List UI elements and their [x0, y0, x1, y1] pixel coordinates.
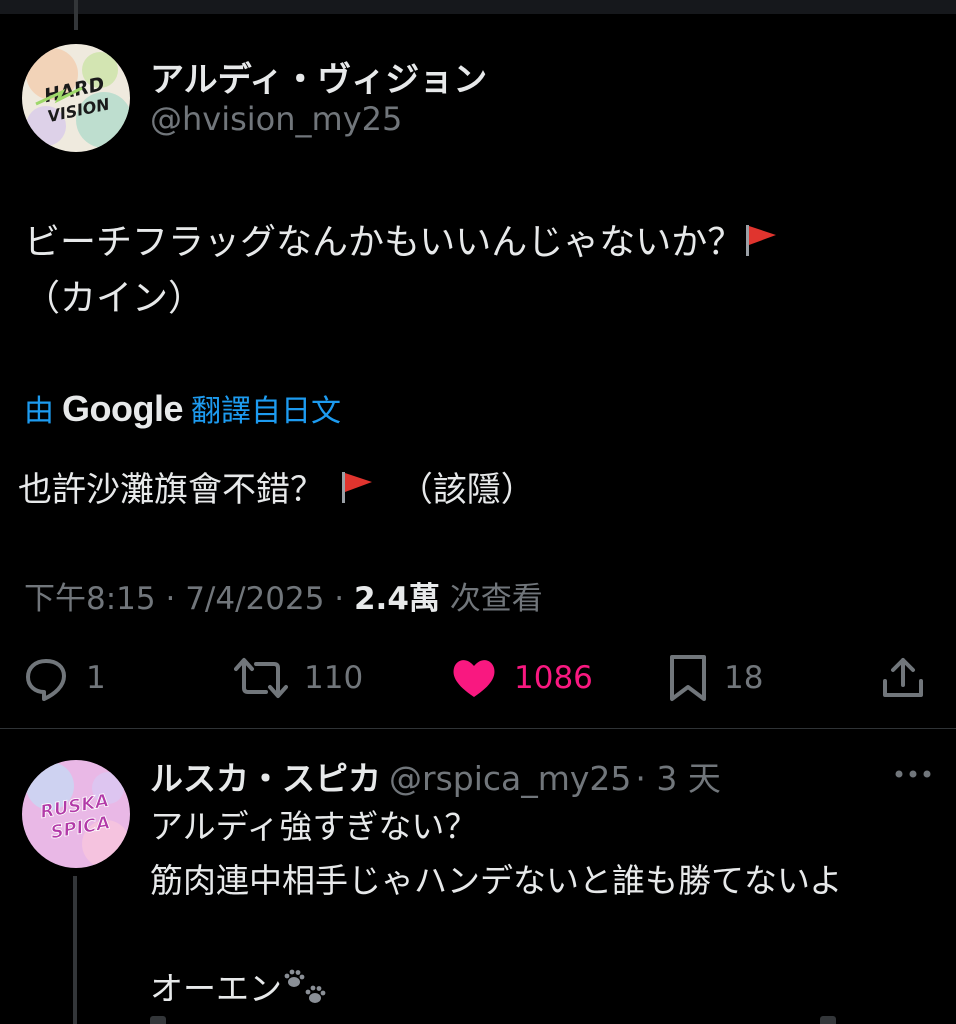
tweet-meta: 下午8:15 · 7/4/2025 · 2.4萬 次查看 [24, 581, 543, 617]
bookmark-button[interactable]: 18 [668, 650, 763, 706]
top-bar [0, 0, 956, 14]
translated-by-prefix: 由 [24, 394, 54, 429]
tweet-date: 7/4/2025 [185, 581, 325, 617]
tweet-text-line2: （カイン） [24, 278, 205, 319]
google-logo: Google [62, 388, 184, 429]
reply-header: ルスカ・スピカ @rspica_my25 · 3 天 [150, 752, 721, 800]
heart-icon [453, 660, 495, 697]
author-handle[interactable]: @hvision_my25 [150, 100, 402, 138]
retweet-count: 110 [304, 660, 364, 696]
translated-by[interactable]: 由 Google 翻譯自日文 [24, 386, 341, 430]
translated-text-main: 也許沙灘旗會不錯？ [18, 470, 324, 510]
tweet-time: 下午8:15 [24, 581, 156, 617]
next-action-hint [820, 1016, 836, 1024]
author-avatar[interactable]: HARD VISION [22, 44, 130, 152]
reply-count: 1 [86, 660, 106, 696]
retweet-icon [234, 658, 288, 698]
like-count: 1086 [514, 660, 593, 696]
tweet-text-line1: ビーチフラッグなんかもいいんじゃないか？ [24, 222, 744, 263]
share-icon [883, 658, 923, 697]
reply-author-handle[interactable]: @rspica_my25 [389, 759, 631, 798]
translated-text: 也許沙灘旗會不錯？ （該隱） [18, 462, 535, 511]
view-label: 次查看 [449, 581, 543, 617]
reply-line-2: 筋肉連中相手じゃハンデないと誰も勝てないよ [150, 861, 843, 900]
bookmark-count: 18 [724, 660, 764, 696]
thread-line [73, 876, 77, 1024]
like-button[interactable]: 1086 [450, 650, 593, 706]
reply-time: · 3 天 [635, 759, 721, 798]
reply-button[interactable]: 1 [22, 650, 106, 706]
retweet-button[interactable]: 110 [234, 650, 363, 706]
reply-line-4-text: オーエン [150, 969, 282, 1008]
more-icon[interactable] [893, 766, 933, 782]
reply-author-name[interactable]: ルスカ・スピカ [150, 759, 381, 798]
tweet-text: ビーチフラッグなんかもいいんじゃないか？ （カイン） [24, 215, 924, 327]
reply-line-3 [150, 908, 940, 962]
divider [0, 728, 956, 729]
share-button[interactable] [880, 650, 926, 706]
author-name[interactable]: アルディ・ヴィジョン [150, 52, 487, 101]
paw-prints-icon [282, 968, 328, 1008]
translated-by-suffix: 翻譯自日文 [191, 394, 341, 429]
view-count: 2.4萬 [353, 581, 440, 617]
next-action-hint [150, 1016, 166, 1024]
reply-line-1: アルディ強すぎない？ [150, 807, 478, 846]
red-flag-icon [339, 469, 375, 505]
reply-icon [26, 659, 66, 701]
thread-line [74, 0, 78, 30]
reply-line-4: オーエン [150, 962, 940, 1016]
reply-text: アルディ強すぎない？ 筋肉連中相手じゃハンデないと誰も勝てないよ オーエン [150, 800, 940, 1016]
reply-avatar[interactable]: RUSKA SPICA [22, 760, 130, 868]
red-flag-icon [743, 219, 779, 256]
bookmark-icon [670, 655, 706, 701]
translated-text-tail: （該隱） [398, 470, 535, 510]
